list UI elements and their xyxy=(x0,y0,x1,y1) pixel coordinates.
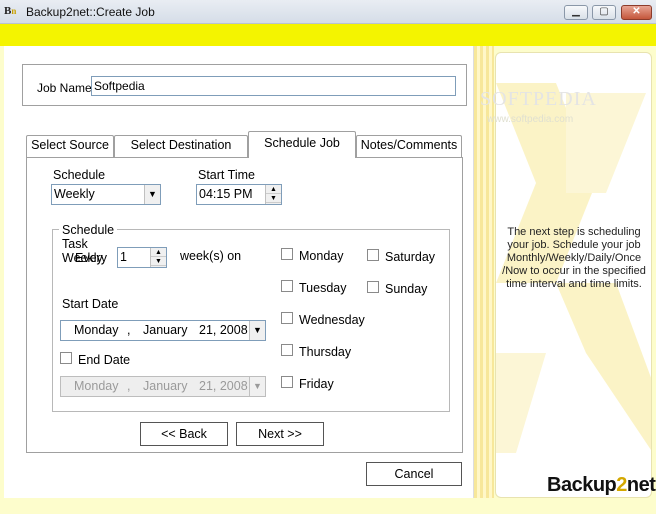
spin-down-icon[interactable]: ▼ xyxy=(151,257,166,266)
end-date-month: January xyxy=(143,379,188,393)
tuesday-checkbox[interactable] xyxy=(281,280,293,292)
start-date-label: Start Date xyxy=(62,297,119,311)
spin-up-icon[interactable]: ▲ xyxy=(151,248,166,257)
end-date-picker: Monday , January 21, 2008 ▼ xyxy=(60,376,266,397)
maximize-button[interactable]: ▢ xyxy=(592,5,616,20)
schedule-label: Schedule xyxy=(53,168,106,182)
title-bar: Bn Backup2net::Create Job ▁ ▢ ✕ xyxy=(0,0,656,24)
back-button[interactable]: << Back xyxy=(140,422,228,446)
next-button[interactable]: Next >> xyxy=(236,422,324,446)
start-time-spinner[interactable]: ▲ ▼ xyxy=(265,185,281,204)
tab-select-destination[interactable]: Select Destination xyxy=(114,135,248,157)
tuesday-label: Tuesday xyxy=(299,281,347,295)
chevron-down-icon[interactable]: ▼ xyxy=(144,185,160,204)
end-date-sep: , xyxy=(127,379,131,393)
tab-notes-comments[interactable]: Notes/Comments xyxy=(356,135,462,157)
wednesday-checkbox[interactable] xyxy=(281,312,293,324)
job-name-label: Job Name xyxy=(37,81,92,95)
minimize-button[interactable]: ▁ xyxy=(564,5,588,20)
start-date-picker[interactable]: Monday , January 21, 2008 ▼ xyxy=(60,320,266,341)
spin-up-icon[interactable]: ▲ xyxy=(266,185,281,194)
calendar-dropdown-icon[interactable]: ▼ xyxy=(249,321,265,340)
window-title: Backup2net::Create Job xyxy=(26,5,155,19)
start-time-value: 04:15 PM xyxy=(199,187,253,201)
saturday-label: Saturday xyxy=(385,250,436,264)
watermark-url: www.softpedia.com xyxy=(487,114,574,125)
calendar-dropdown-icon: ▼ xyxy=(249,377,265,396)
every-weeks-input[interactable]: 1 ▲ ▼ xyxy=(117,247,167,268)
end-date-label: End Date xyxy=(78,353,131,367)
spin-down-icon[interactable]: ▼ xyxy=(266,194,281,203)
weeks-on-label: week(s) on xyxy=(180,249,242,263)
every-label: Every xyxy=(75,251,107,265)
watermark: SOFTPEDIA xyxy=(480,88,597,110)
cancel-button[interactable]: Cancel xyxy=(366,462,462,486)
monday-label: Monday xyxy=(299,249,344,263)
header-band xyxy=(0,24,656,46)
thursday-checkbox[interactable] xyxy=(281,344,293,356)
friday-checkbox[interactable] xyxy=(281,376,293,388)
start-time-input[interactable]: 04:15 PM ▲ ▼ xyxy=(196,184,282,205)
end-date-dayyear: 21, 2008 xyxy=(199,379,248,393)
saturday-checkbox[interactable] xyxy=(367,249,379,261)
sunday-checkbox[interactable] xyxy=(367,281,379,293)
close-button[interactable]: ✕ xyxy=(621,5,652,20)
every-weeks-spinner[interactable]: ▲ ▼ xyxy=(150,248,166,267)
friday-label: Friday xyxy=(299,377,334,391)
schedule-select[interactable]: Weekly ▼ xyxy=(51,184,161,205)
backup2net-logo: Backup2net xyxy=(547,474,656,496)
job-name-input[interactable]: Softpedia xyxy=(91,76,456,96)
step-description: The next step is scheduling your job. Sc… xyxy=(502,226,646,290)
start-date-month: January xyxy=(143,323,188,337)
start-date-sep: , xyxy=(127,323,131,337)
start-date-weekday: Monday xyxy=(74,323,119,337)
start-time-label: Start Time xyxy=(198,168,255,182)
tab-select-source[interactable]: Select Source xyxy=(26,135,114,157)
every-weeks-value: 1 xyxy=(120,250,127,264)
monday-checkbox[interactable] xyxy=(281,248,293,260)
tab-schedule-job[interactable]: Schedule Job xyxy=(248,131,356,158)
schedule-value: Weekly xyxy=(54,187,95,201)
sunday-label: Sunday xyxy=(385,282,428,296)
thursday-label: Thursday xyxy=(299,345,352,359)
wednesday-label: Wednesday xyxy=(299,313,365,327)
end-date-checkbox[interactable] xyxy=(60,352,72,364)
end-date-weekday: Monday xyxy=(74,379,119,393)
app-icon: Bn xyxy=(4,5,17,17)
start-date-dayyear: 21, 2008 xyxy=(199,323,248,337)
